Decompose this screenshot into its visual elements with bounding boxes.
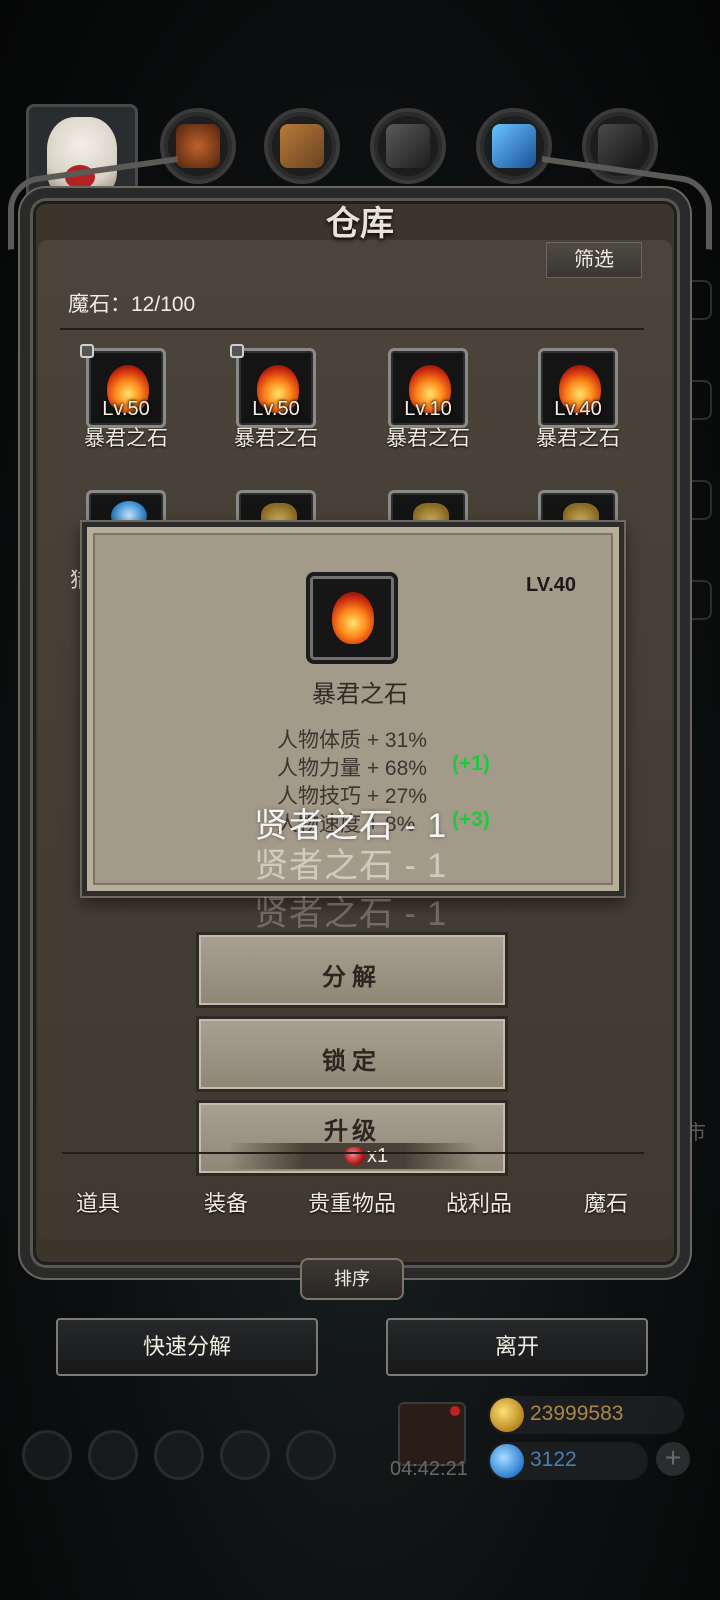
notification-dot [450, 1406, 460, 1416]
tab-valuables[interactable]: 贵重物品 [308, 1186, 396, 1218]
gift-timer: 04:42:21 [390, 1458, 468, 1480]
item-slot[interactable]: Lv.10 暴君之石 [358, 348, 498, 458]
item-level: Lv.50 [252, 398, 300, 420]
tab-loot[interactable]: 战利品 [446, 1186, 512, 1218]
filter-button[interactable]: 筛选 [546, 242, 642, 278]
detail-level: LV.40 [526, 574, 577, 596]
upgrade-cost: x1 [229, 1143, 479, 1169]
item-level: Lv.10 [404, 398, 452, 420]
upgrade-button[interactable]: 升级 x1 [196, 1100, 508, 1176]
stat-strength: 人物力量 + 68% [277, 757, 427, 780]
achievement-icon[interactable] [88, 1430, 138, 1480]
item-level: Lv.50 [102, 398, 150, 420]
item-level: Lv.40 [554, 398, 602, 420]
quick-decompose-button[interactable]: 快速分解 [56, 1318, 318, 1376]
gem-amount: 3122 [530, 1448, 577, 1471]
stone-capacity: 魔石：12/100 [68, 293, 196, 316]
item-name: 暴君之石 [234, 427, 318, 450]
floating-consume-text: 贤者之石 - 1 [254, 847, 448, 885]
floating-consume-text: 贤者之石 - 1 [254, 895, 448, 933]
gift-icon[interactable] [398, 1402, 466, 1466]
upgrade-cost-amount: x1 [367, 1145, 389, 1167]
lock-label: 锁定 [322, 1048, 382, 1075]
panel-title: 仓库 [326, 204, 394, 244]
gold-balance: 23999583 [488, 1396, 684, 1434]
stat-speed-bonus: (+3) [452, 808, 490, 831]
lock-icon [80, 344, 94, 358]
gold-amount: 23999583 [530, 1402, 624, 1425]
red-gem-icon [345, 1147, 365, 1165]
decompose-button[interactable]: 分解 [196, 932, 508, 1008]
settings-icon[interactable] [22, 1430, 72, 1480]
blue-gem-icon [490, 1444, 524, 1478]
tab-equipment[interactable]: 装备 [204, 1186, 248, 1218]
sort-button[interactable]: 排序 [300, 1258, 404, 1300]
detail-name: 暴君之石 [312, 681, 408, 708]
item-slot[interactable]: Lv.50 暴君之石 [206, 344, 346, 458]
lock-button[interactable]: 锁定 [196, 1016, 508, 1092]
item-name: 暴君之石 [84, 427, 168, 450]
tab-items[interactable]: 道具 [76, 1186, 120, 1218]
stat-constitution: 人物体质 + 31% [277, 729, 427, 752]
guild-icon[interactable] [154, 1430, 204, 1480]
resource-orb-crystal[interactable] [476, 108, 552, 184]
item-name: 暴君之石 [386, 427, 470, 450]
item-slot[interactable]: Lv.40 暴君之石 [508, 348, 648, 458]
stat-strength-bonus: (+1) [452, 752, 490, 775]
decompose-label: 分解 [322, 964, 382, 991]
lock-icon [230, 344, 244, 358]
divider [62, 1152, 644, 1154]
mail-icon[interactable] [220, 1430, 270, 1480]
detail-item-frame [306, 572, 398, 664]
upgrade-label: 升级 [324, 1118, 380, 1145]
resource-orb-wood[interactable] [264, 108, 340, 184]
gold-coin-icon [490, 1398, 524, 1432]
leave-button[interactable]: 离开 [386, 1318, 648, 1376]
resource-orb-iron[interactable] [370, 108, 446, 184]
tyrant-stone-icon [332, 592, 374, 644]
divider [60, 328, 644, 330]
gem-balance: 3122 [488, 1442, 648, 1480]
item-slot[interactable]: Lv.50 暴君之石 [56, 344, 196, 458]
add-currency-button[interactable]: + [656, 1442, 690, 1476]
map-icon[interactable] [286, 1430, 336, 1480]
item-name: 暴君之石 [536, 427, 620, 450]
tab-magic-stones[interactable]: 魔石 [584, 1186, 628, 1218]
